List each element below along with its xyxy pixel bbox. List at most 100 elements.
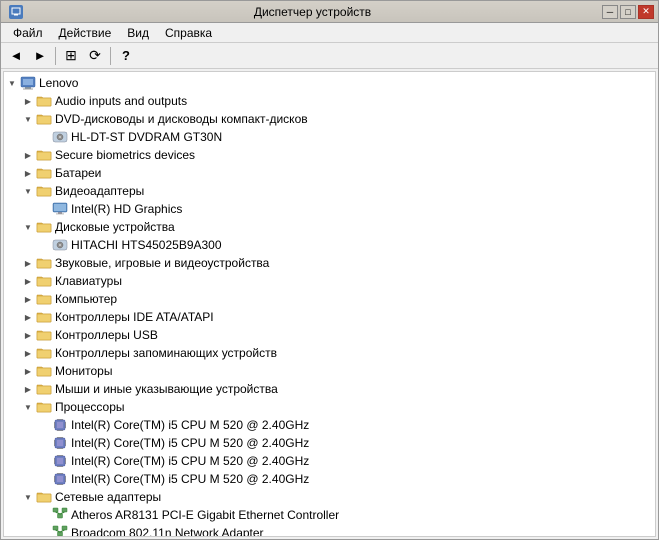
device-icon-dvd-group (36, 111, 52, 127)
device-label-storage-ctrl: Контроллеры запоминающих устройств (55, 346, 277, 360)
device-icon-ide (36, 309, 52, 325)
device-label-keyboards: Клавиатуры (55, 274, 122, 288)
minimize-button[interactable]: ─ (602, 5, 618, 19)
device-icon-proc-group (36, 399, 52, 415)
device-icon-net-group (36, 489, 52, 505)
tree-item-mice[interactable]: ▶Мыши и иные указывающие устройства (4, 380, 655, 398)
device-label-sound-group: Звуковые, игровые и видеоустройства (55, 256, 269, 270)
tree-item-audio[interactable]: ▶ Audio inputs and outputs (4, 92, 655, 110)
device-icon-broadcom (52, 525, 68, 537)
menu-action[interactable]: Действие (51, 24, 120, 42)
device-icon-cpu4 (52, 471, 68, 487)
device-icon-intel-hd (52, 201, 68, 217)
toolbar-separator-1 (55, 47, 56, 65)
device-label-disk-group: Дисковые устройства (55, 220, 175, 234)
properties-button[interactable]: ⊞ (60, 46, 82, 66)
device-icon-keyboards (36, 273, 52, 289)
tree-item-intel-hd[interactable]: Intel(R) HD Graphics (4, 200, 655, 218)
device-icon-cpu3 (52, 453, 68, 469)
menu-file[interactable]: Файл (5, 24, 51, 42)
device-label-hitachi: HITACHI HTS45025B9A300 (71, 238, 222, 252)
device-label-computers: Компьютер (55, 292, 117, 306)
device-label-net-group: Сетевые адаптеры (55, 490, 161, 504)
tree-item-computers[interactable]: ▶ Компьютер (4, 290, 655, 308)
update-button[interactable]: ⟳ (84, 46, 106, 66)
device-icon-usb-ctrl (36, 327, 52, 343)
device-tree: ▼Lenovo▶Audio inputs and outputs▼DVD-дис… (4, 72, 655, 537)
device-icon-battery (36, 165, 52, 181)
device-label-ide: Контроллеры IDE ATA/ATAPI (55, 310, 214, 324)
expand-icon-proc-group[interactable]: ▼ (20, 403, 36, 412)
close-button[interactable]: ✕ (638, 5, 654, 19)
device-label-intel-hd: Intel(R) HD Graphics (71, 202, 182, 216)
device-icon-display-group (36, 183, 52, 199)
expand-icon-net-group[interactable]: ▼ (20, 493, 36, 502)
device-icon-sound-group (36, 255, 52, 271)
toolbar-separator-2 (110, 47, 111, 65)
help-button[interactable]: ? (115, 46, 137, 66)
tree-item-dvd-drive[interactable]: HL-DT-ST DVDRAM GT30N (4, 128, 655, 146)
back-button[interactable]: ◄ (5, 46, 27, 66)
tree-item-display-group[interactable]: ▼ Видеоадаптеры (4, 182, 655, 200)
device-icon-atheros (52, 507, 68, 523)
menu-bar: Файл Действие Вид Справка (1, 23, 658, 43)
device-icon-cpu1 (52, 417, 68, 433)
tree-item-monitors[interactable]: ▶Мониторы (4, 362, 655, 380)
expand-icon-mice[interactable]: ▶ (20, 385, 36, 394)
device-label-atheros: Atheros AR8131 PCI-E Gigabit Ethernet Co… (71, 508, 339, 522)
device-label-cpu2: Intel(R) Core(TM) i5 CPU M 520 @ 2.40GHz (71, 436, 309, 450)
expand-icon-keyboards[interactable]: ▶ (20, 277, 36, 286)
device-label-lenovo: Lenovo (39, 76, 78, 90)
tree-item-net-group[interactable]: ▼ Сетевые адаптеры (4, 488, 655, 506)
menu-view[interactable]: Вид (119, 24, 157, 42)
expand-icon-ide[interactable]: ▶ (20, 313, 36, 322)
tree-item-cpu2[interactable]: Intel(R) Core(TM) i5 CPU M 520 @ 2.40GHz (4, 434, 655, 452)
expand-icon-display-group[interactable]: ▼ (20, 187, 36, 196)
expand-icon-storage-ctrl[interactable]: ▶ (20, 349, 36, 358)
device-icon-dvd-drive (52, 129, 68, 145)
device-label-cpu3: Intel(R) Core(TM) i5 CPU M 520 @ 2.40GHz (71, 454, 309, 468)
tree-item-storage-ctrl[interactable]: ▶ Контроллеры запоминающих устройств (4, 344, 655, 362)
tree-item-sound-group[interactable]: ▶ Звуковые, игровые и видеоустройства (4, 254, 655, 272)
tree-item-battery[interactable]: ▶Батареи (4, 164, 655, 182)
expand-icon-computers[interactable]: ▶ (20, 295, 36, 304)
tree-item-biometrics[interactable]: ▶Secure biometrics devices (4, 146, 655, 164)
expand-icon-lenovo[interactable]: ▼ (4, 79, 20, 88)
tree-item-cpu1[interactable]: Intel(R) Core(TM) i5 CPU M 520 @ 2.40GHz (4, 416, 655, 434)
expand-icon-sound-group[interactable]: ▶ (20, 259, 36, 268)
expand-icon-monitors[interactable]: ▶ (20, 367, 36, 376)
expand-icon-usb-ctrl[interactable]: ▶ (20, 331, 36, 340)
device-label-cpu4: Intel(R) Core(TM) i5 CPU M 520 @ 2.40GHz (71, 472, 309, 486)
expand-icon-disk-group[interactable]: ▼ (20, 223, 36, 232)
device-label-proc-group: Процессоры (55, 400, 125, 414)
device-icon-storage-ctrl (36, 345, 52, 361)
device-icon-cpu2 (52, 435, 68, 451)
tree-item-cpu3[interactable]: Intel(R) Core(TM) i5 CPU M 520 @ 2.40GHz (4, 452, 655, 470)
tree-item-dvd-group[interactable]: ▼DVD-дисководы и дисководы компакт-диско… (4, 110, 655, 128)
forward-button[interactable]: ► (29, 46, 51, 66)
device-label-display-group: Видеоадаптеры (55, 184, 144, 198)
tree-item-keyboards[interactable]: ▶ Клавиатуры (4, 272, 655, 290)
tree-item-broadcom[interactable]: Broadcom 802.11n Network Adapter (4, 524, 655, 537)
device-label-audio: Audio inputs and outputs (55, 94, 187, 108)
tree-item-atheros[interactable]: Atheros AR8131 PCI-E Gigabit Ethernet Co… (4, 506, 655, 524)
tree-item-disk-group[interactable]: ▼ Дисковые устройства (4, 218, 655, 236)
expand-icon-biometrics[interactable]: ▶ (20, 151, 36, 160)
tree-item-hitachi[interactable]: HITACHI HTS45025B9A300 (4, 236, 655, 254)
tree-item-usb-ctrl[interactable]: ▶Контроллеры USB (4, 326, 655, 344)
tree-item-cpu4[interactable]: Intel(R) Core(TM) i5 CPU M 520 @ 2.40GHz (4, 470, 655, 488)
maximize-button[interactable]: □ (620, 5, 636, 19)
expand-icon-audio[interactable]: ▶ (20, 97, 36, 106)
device-label-cpu1: Intel(R) Core(TM) i5 CPU M 520 @ 2.40GHz (71, 418, 309, 432)
device-tree-container[interactable]: ▼Lenovo▶Audio inputs and outputs▼DVD-дис… (3, 71, 656, 537)
device-icon-computers (36, 291, 52, 307)
device-label-broadcom: Broadcom 802.11n Network Adapter (71, 526, 264, 537)
tree-item-lenovo[interactable]: ▼ Lenovo (4, 74, 655, 92)
menu-help[interactable]: Справка (157, 24, 220, 42)
device-icon-biometrics (36, 147, 52, 163)
tree-item-ide[interactable]: ▶ Контроллеры IDE ATA/ATAPI (4, 308, 655, 326)
tree-item-proc-group[interactable]: ▼ Процессоры (4, 398, 655, 416)
window-controls: ─ □ ✕ (602, 5, 654, 19)
expand-icon-battery[interactable]: ▶ (20, 169, 36, 178)
expand-icon-dvd-group[interactable]: ▼ (20, 115, 36, 124)
